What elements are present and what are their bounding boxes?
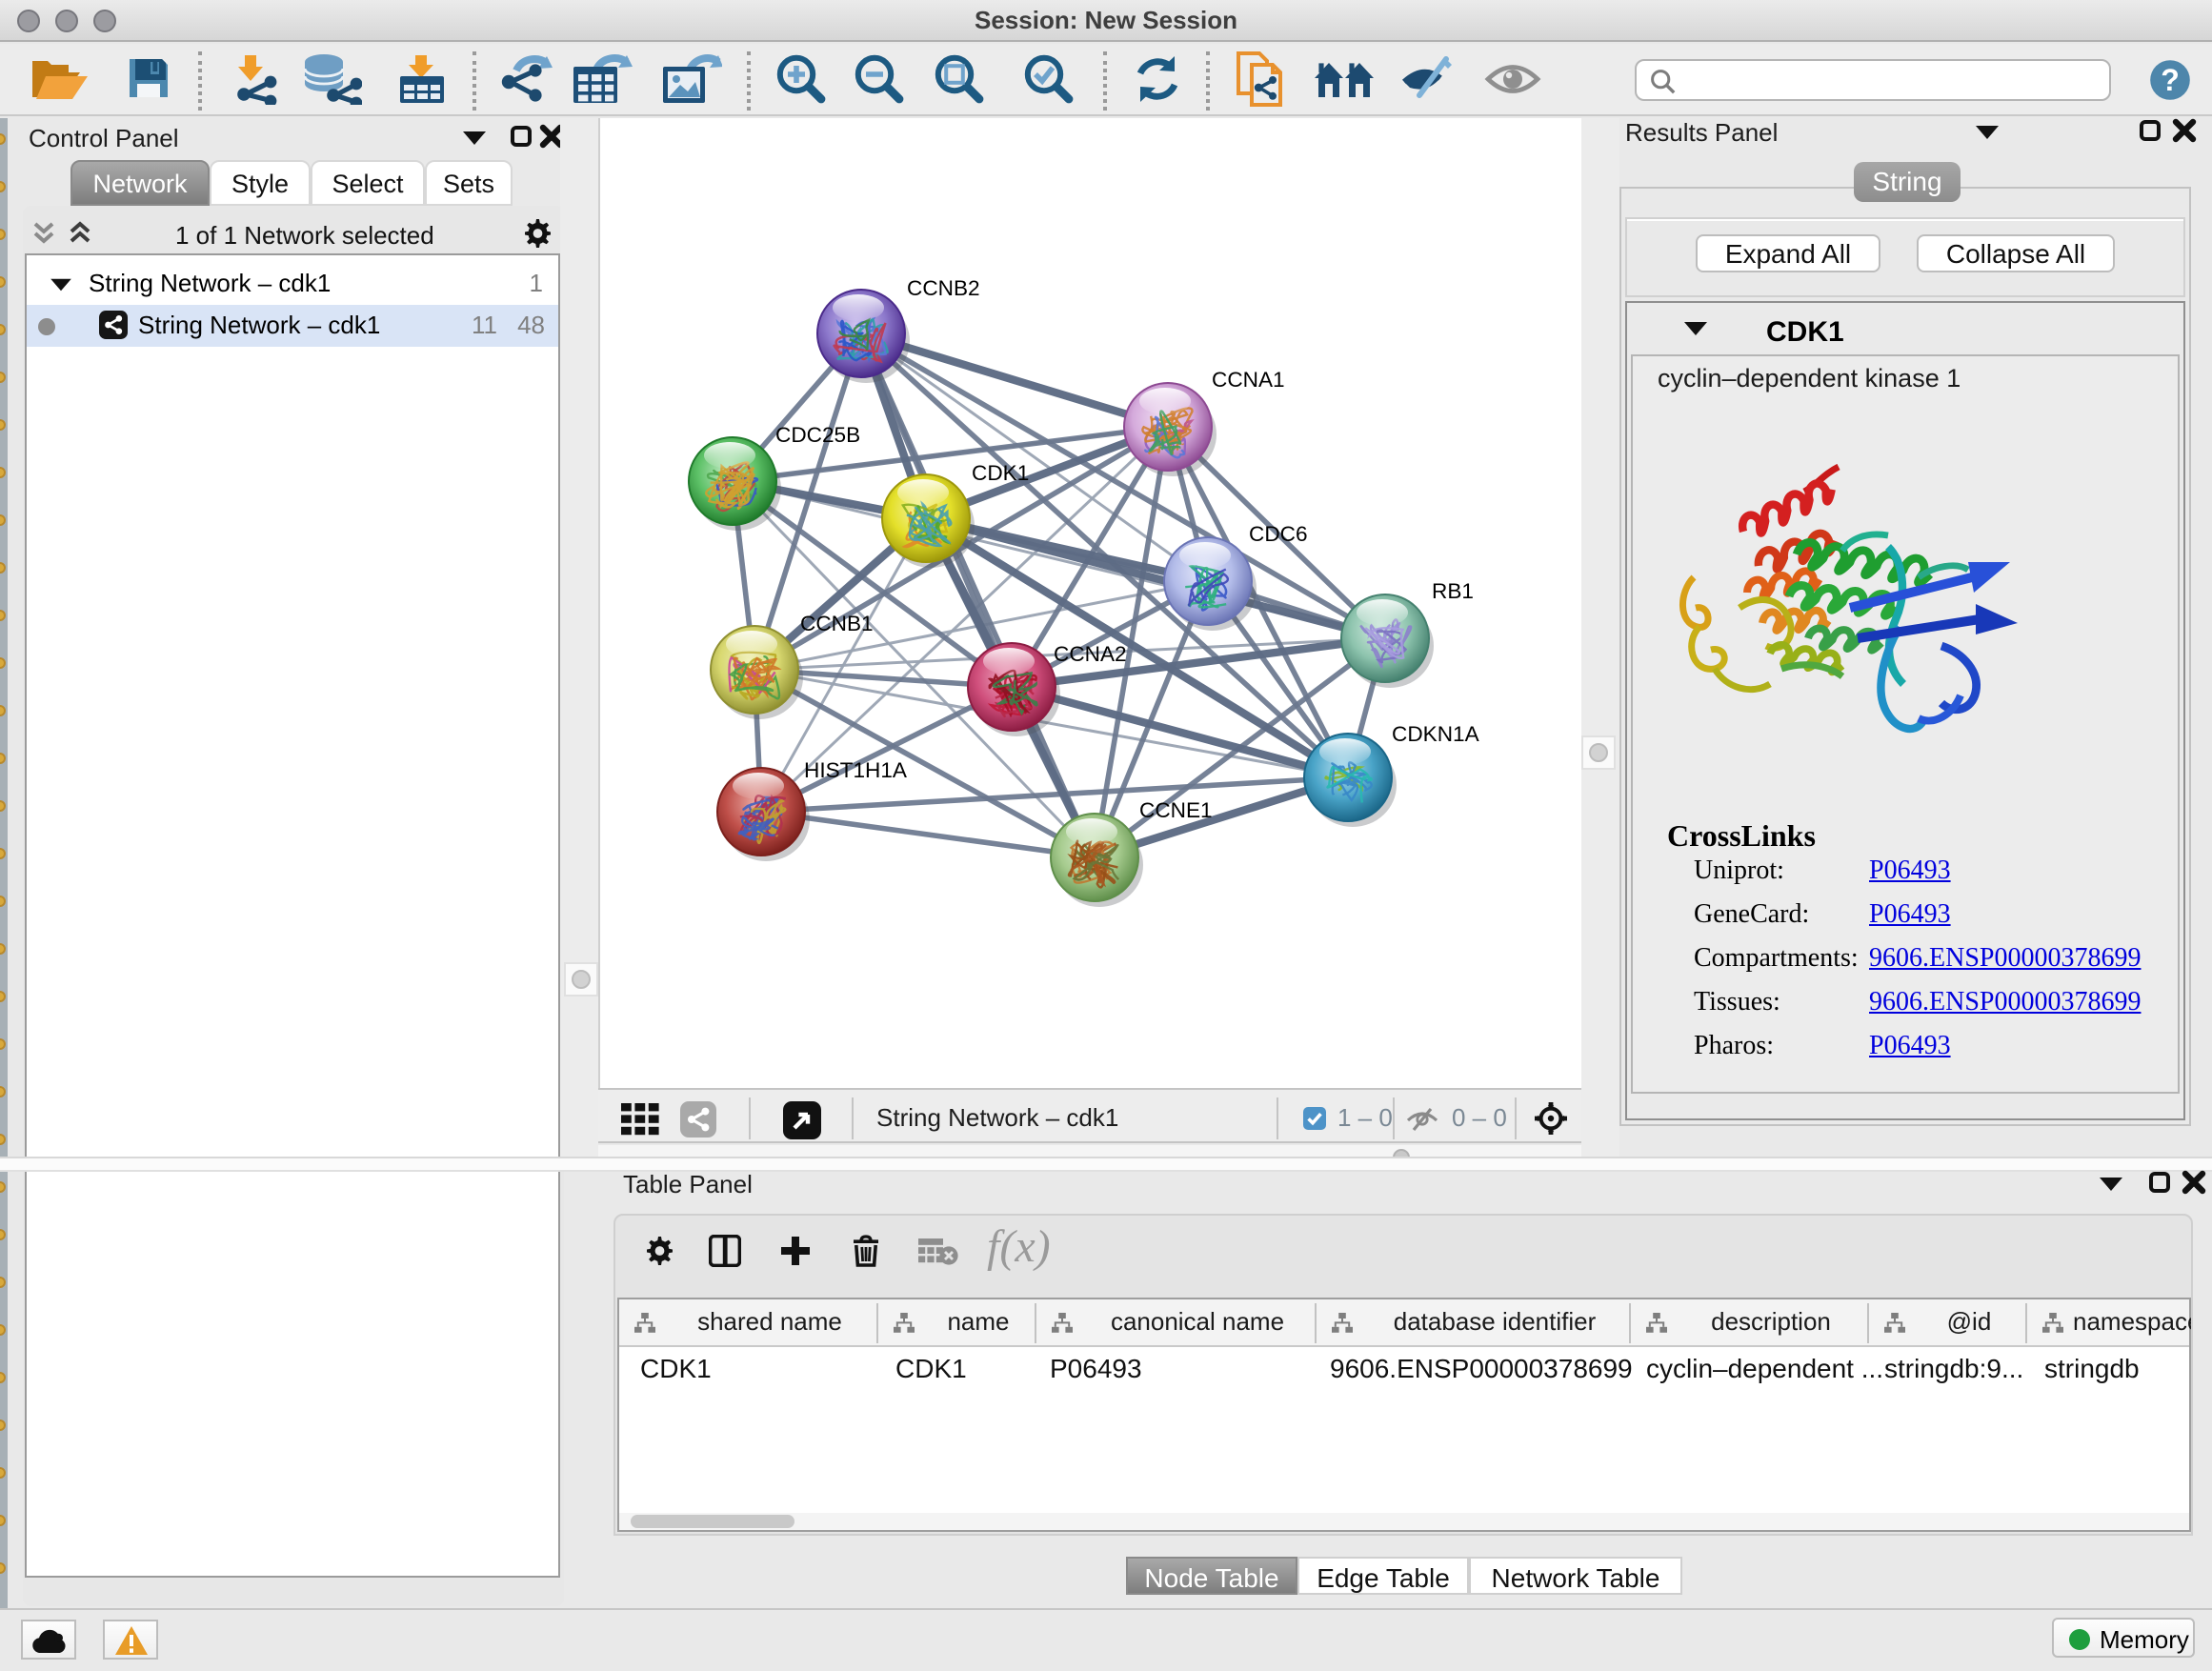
svg-text:RB1: RB1 xyxy=(1432,579,1474,603)
svg-text:CCNA1: CCNA1 xyxy=(1212,368,1285,392)
svg-text:HIST1H1A: HIST1H1A xyxy=(804,758,908,782)
svg-text:CDK1: CDK1 xyxy=(972,461,1029,485)
svg-text:CCNE1: CCNE1 xyxy=(1139,798,1213,822)
svg-text:CCNB1: CCNB1 xyxy=(800,612,874,635)
svg-text:CDC6: CDC6 xyxy=(1249,522,1308,546)
svg-text:CCNA2: CCNA2 xyxy=(1054,642,1127,666)
svg-text:CCNB2: CCNB2 xyxy=(907,276,980,300)
svg-text:?: ? xyxy=(2161,63,2180,97)
svg-text:CDC25B: CDC25B xyxy=(775,423,860,447)
svg-text:CDKN1A: CDKN1A xyxy=(1392,722,1480,746)
